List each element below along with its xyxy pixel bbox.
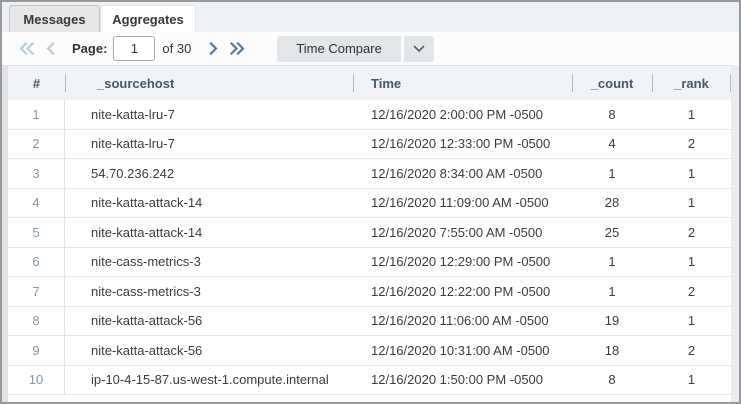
row-number: 9 [8, 336, 65, 365]
row-number: 3 [8, 159, 65, 188]
cell-rank: 1 [652, 254, 731, 269]
cell-count: 1 [572, 166, 652, 181]
tab-messages[interactable]: Messages [9, 5, 100, 32]
cell-sourcehost: nite-katta-lru-7 [65, 136, 353, 151]
time-compare-button[interactable]: Time Compare [277, 36, 400, 62]
cell-time: 12/16/2020 11:06:00 AM -0500 [353, 313, 572, 328]
column-header-sourcehost[interactable]: _sourcehost [65, 66, 353, 100]
cell-sourcehost: nite-katta-lru-7 [65, 107, 353, 122]
double-chevron-right-icon [229, 42, 246, 55]
cell-time: 12/16/2020 7:55:00 AM -0500 [353, 225, 572, 240]
table-row[interactable]: 7 nite-cass-metrics-3 12/16/2020 12:22:0… [8, 277, 731, 307]
row-number: 7 [8, 277, 65, 306]
cell-time: 12/16/2020 8:34:00 AM -0500 [353, 166, 572, 181]
column-header-count[interactable]: _count [572, 66, 652, 100]
cell-rank: 1 [652, 195, 731, 210]
cell-count: 4 [572, 136, 652, 151]
time-compare-split-button: Time Compare [277, 36, 433, 62]
cell-time: 12/16/2020 2:00:00 PM -0500 [353, 107, 572, 122]
cell-sourcehost: nite-katta-attack-56 [65, 313, 353, 328]
next-page-button[interactable] [201, 37, 225, 61]
tab-messages-label: Messages [23, 12, 85, 27]
pagination-toolbar: Page: of 30 Time Compare [2, 32, 739, 65]
prev-page-button[interactable] [38, 37, 62, 61]
aggregates-table: # _sourcehost Time _count _rank 1 nite-k… [8, 65, 731, 402]
column-header-rank[interactable]: _rank [652, 66, 731, 100]
cell-rank: 1 [652, 372, 731, 387]
cell-count: 18 [572, 343, 652, 358]
cell-rank: 1 [652, 166, 731, 181]
tab-aggregates[interactable]: Aggregates [100, 5, 196, 32]
table-header: # _sourcehost Time _count _rank [8, 65, 731, 100]
cell-time: 12/16/2020 1:50:00 PM -0500 [353, 372, 572, 387]
cell-time: 12/16/2020 10:31:00 AM -0500 [353, 343, 572, 358]
row-number: 6 [8, 248, 65, 277]
cell-count: 8 [572, 372, 652, 387]
time-compare-dropdown-button[interactable] [404, 36, 434, 62]
cell-rank: 1 [652, 313, 731, 328]
cell-count: 8 [572, 107, 652, 122]
table-zone: # _sourcehost Time _count _rank 1 nite-k… [8, 65, 739, 402]
cell-count: 19 [572, 313, 652, 328]
table-row[interactable]: 1 nite-katta-lru-7 12/16/2020 2:00:00 PM… [8, 100, 731, 130]
row-number: 1 [8, 100, 65, 129]
cell-sourcehost: nite-katta-attack-56 [65, 343, 353, 358]
cell-sourcehost: 54.70.236.242 [65, 166, 353, 181]
page-label: Page: [72, 41, 107, 56]
row-number: 8 [8, 307, 65, 336]
cell-time: 12/16/2020 11:09:00 AM -0500 [353, 195, 572, 210]
double-chevron-left-icon [18, 42, 35, 55]
tab-bar: Messages Aggregates [2, 2, 739, 32]
table-row[interactable]: 6 nite-cass-metrics-3 12/16/2020 12:29:0… [8, 248, 731, 278]
column-header-num[interactable]: # [8, 66, 65, 100]
cell-rank: 2 [652, 343, 731, 358]
table-row[interactable]: 8 nite-katta-attack-56 12/16/2020 11:06:… [8, 307, 731, 337]
page-number-input[interactable] [113, 36, 155, 61]
tab-aggregates-label: Aggregates [112, 12, 184, 27]
cell-sourcehost: ip-10-4-15-87.us-west-1.compute.internal [65, 372, 353, 387]
row-number: 4 [8, 189, 65, 218]
cell-time: 12/16/2020 12:29:00 PM -0500 [353, 254, 572, 269]
cell-sourcehost: nite-katta-attack-14 [65, 225, 353, 240]
first-page-button[interactable] [14, 37, 38, 61]
cell-sourcehost: nite-katta-attack-14 [65, 195, 353, 210]
table-row[interactable]: 3 54.70.236.242 12/16/2020 8:34:00 AM -0… [8, 159, 731, 189]
cell-time: 12/16/2020 12:22:00 PM -0500 [353, 284, 572, 299]
cell-count: 28 [572, 195, 652, 210]
aggregates-panel: Messages Aggregates Page: of 30 [0, 0, 741, 404]
cell-count: 1 [572, 254, 652, 269]
cell-sourcehost: nite-cass-metrics-3 [65, 284, 353, 299]
last-page-button[interactable] [225, 37, 249, 61]
cell-count: 1 [572, 284, 652, 299]
chevron-down-icon [413, 41, 425, 56]
cell-count: 25 [572, 225, 652, 240]
chevron-left-icon [45, 42, 56, 55]
table-row[interactable]: 9 nite-katta-attack-56 12/16/2020 10:31:… [8, 336, 731, 366]
cell-rank: 2 [652, 225, 731, 240]
vertical-scrollbar[interactable] [731, 65, 739, 402]
cell-rank: 1 [652, 107, 731, 122]
cell-rank: 2 [652, 136, 731, 151]
table-row[interactable]: 2 nite-katta-lru-7 12/16/2020 12:33:00 P… [8, 130, 731, 160]
row-number: 10 [8, 366, 65, 395]
table-body: 1 nite-katta-lru-7 12/16/2020 2:00:00 PM… [8, 100, 731, 395]
cell-time: 12/16/2020 12:33:00 PM -0500 [353, 136, 572, 151]
table-row[interactable]: 4 nite-katta-attack-14 12/16/2020 11:09:… [8, 189, 731, 219]
table-row[interactable]: 5 nite-katta-attack-14 12/16/2020 7:55:0… [8, 218, 731, 248]
chevron-right-icon [208, 42, 219, 55]
cell-rank: 2 [652, 284, 731, 299]
table-row[interactable]: 10 ip-10-4-15-87.us-west-1.compute.inter… [8, 366, 731, 396]
cell-sourcehost: nite-cass-metrics-3 [65, 254, 353, 269]
row-number: 2 [8, 130, 65, 159]
column-header-time[interactable]: Time [353, 66, 572, 100]
row-number: 5 [8, 218, 65, 247]
page-total-label: of 30 [162, 41, 191, 56]
